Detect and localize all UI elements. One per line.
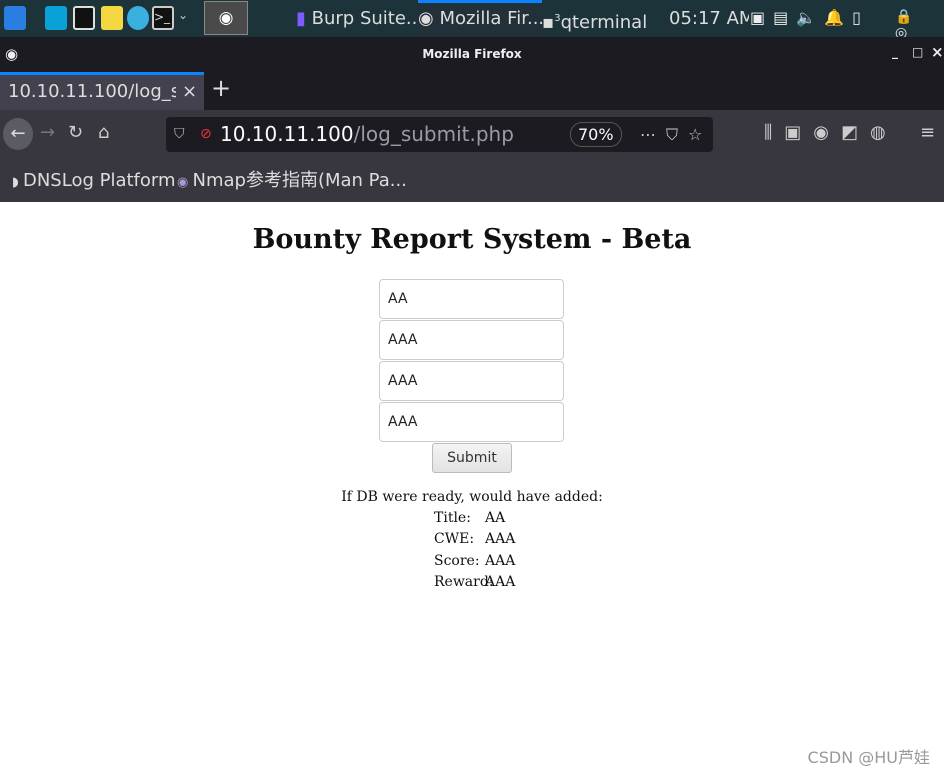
insecure-lock-icon[interactable]: ⊘ bbox=[200, 117, 212, 152]
watermark: CSDN @HU芦娃 bbox=[807, 748, 930, 767]
result-heading: If DB were ready, would have added: bbox=[341, 489, 603, 505]
bookmarks-toolbar: ◗ DNSLog Platform ◉ Nmap参考指南(Man Pa... bbox=[0, 160, 944, 202]
task-qterminal[interactable]: ▪3qterminal bbox=[542, 0, 652, 37]
url-bar[interactable]: ⛉ ⊘ 10.10.11.100/log_submit.php 70% ⋯⛉☆ bbox=[166, 117, 713, 152]
nmap-eye-icon: ◉ bbox=[177, 175, 193, 190]
window-title: Mozilla Firefox bbox=[422, 47, 522, 61]
menu-icon[interactable]: ≡ bbox=[920, 122, 935, 143]
text-editor-icon[interactable] bbox=[101, 6, 123, 30]
chevron-down-icon[interactable]: ⌄ bbox=[178, 8, 188, 22]
reward-input[interactable] bbox=[379, 402, 564, 442]
browser-icon[interactable] bbox=[127, 6, 149, 30]
reload-button[interactable]: ↻ bbox=[68, 122, 83, 143]
forward-button[interactable]: → bbox=[40, 122, 55, 143]
task-firefox[interactable]: ◉ Mozilla Fir... bbox=[418, 0, 542, 37]
tab-strip: 10.10.11.100/log_submit.php× + bbox=[0, 72, 944, 110]
tab-log-submit[interactable]: 10.10.11.100/log_submit.php× bbox=[0, 72, 204, 110]
navigation-bar: ← → ↻ ⌂ ⛉ ⊘ 10.10.11.100/log_submit.php … bbox=[0, 110, 944, 160]
close-window-button[interactable]: × bbox=[931, 43, 944, 61]
submit-button[interactable]: Submit bbox=[432, 443, 512, 473]
page-content: Bounty Report System - Beta Submit If DB… bbox=[0, 202, 944, 776]
terminal-icon: ▪ bbox=[542, 12, 555, 33]
result-row-reward: Reward:AAA bbox=[434, 574, 516, 590]
window-titlebar: ◉ Mozilla Firefox _ □ × bbox=[0, 37, 944, 72]
close-tab-icon[interactable]: × bbox=[182, 75, 197, 109]
firefox-icon: ◉ bbox=[418, 8, 440, 29]
kali-menu-icon[interactable] bbox=[4, 6, 26, 30]
maximize-button[interactable]: □ bbox=[912, 45, 923, 59]
result-row-title: Title: AA bbox=[434, 510, 506, 526]
title-input[interactable] bbox=[379, 279, 564, 319]
shield-icon[interactable]: ⛉ bbox=[174, 117, 185, 152]
score-input[interactable] bbox=[379, 361, 564, 401]
back-button[interactable]: ← bbox=[3, 118, 33, 150]
firefox-workspace-icon[interactable]: ◉ bbox=[204, 1, 248, 35]
url-host: 10.10.11.100 bbox=[220, 122, 354, 146]
zoom-level-button[interactable]: 70% bbox=[570, 122, 622, 147]
minimize-button[interactable]: _ bbox=[892, 45, 898, 59]
system-tray-icons[interactable]: ▣▤🔈🔔▯ bbox=[750, 8, 869, 27]
page-actions-icons[interactable]: ⋯⛉☆ bbox=[640, 117, 712, 152]
burp-icon: ▮ bbox=[296, 8, 312, 29]
terminal-icon[interactable]: >_ bbox=[152, 6, 174, 30]
file-manager-icon[interactable] bbox=[73, 6, 95, 30]
page-title: Bounty Report System - Beta bbox=[252, 224, 692, 255]
taskbar: >_ ⌄ ◉ ▮ Burp Suite... ◉ Mozilla Fir... … bbox=[0, 0, 944, 41]
bookmark-icon: ◗ bbox=[12, 175, 23, 190]
new-tab-button[interactable]: + bbox=[211, 74, 231, 102]
result-row-score: Score: AAA bbox=[434, 553, 516, 569]
result-row-cwe: CWE: AAA bbox=[434, 531, 516, 547]
desktop-icon[interactable] bbox=[45, 6, 67, 30]
toolbar-extension-icons[interactable]: ⫼▣◉◩◍ bbox=[764, 122, 898, 143]
cwe-input[interactable] bbox=[379, 320, 564, 360]
task-burp[interactable]: ▮ Burp Suite... bbox=[296, 0, 420, 37]
bookmark-dnslog[interactable]: ◗ DNSLog Platform bbox=[12, 160, 176, 204]
url-path: /log_submit.php bbox=[353, 122, 514, 146]
home-button[interactable]: ⌂ bbox=[98, 122, 109, 143]
bookmark-nmap[interactable]: ◉ Nmap参考指南(Man Pa... bbox=[177, 160, 407, 204]
clock: 05:17 AM bbox=[669, 8, 749, 29]
